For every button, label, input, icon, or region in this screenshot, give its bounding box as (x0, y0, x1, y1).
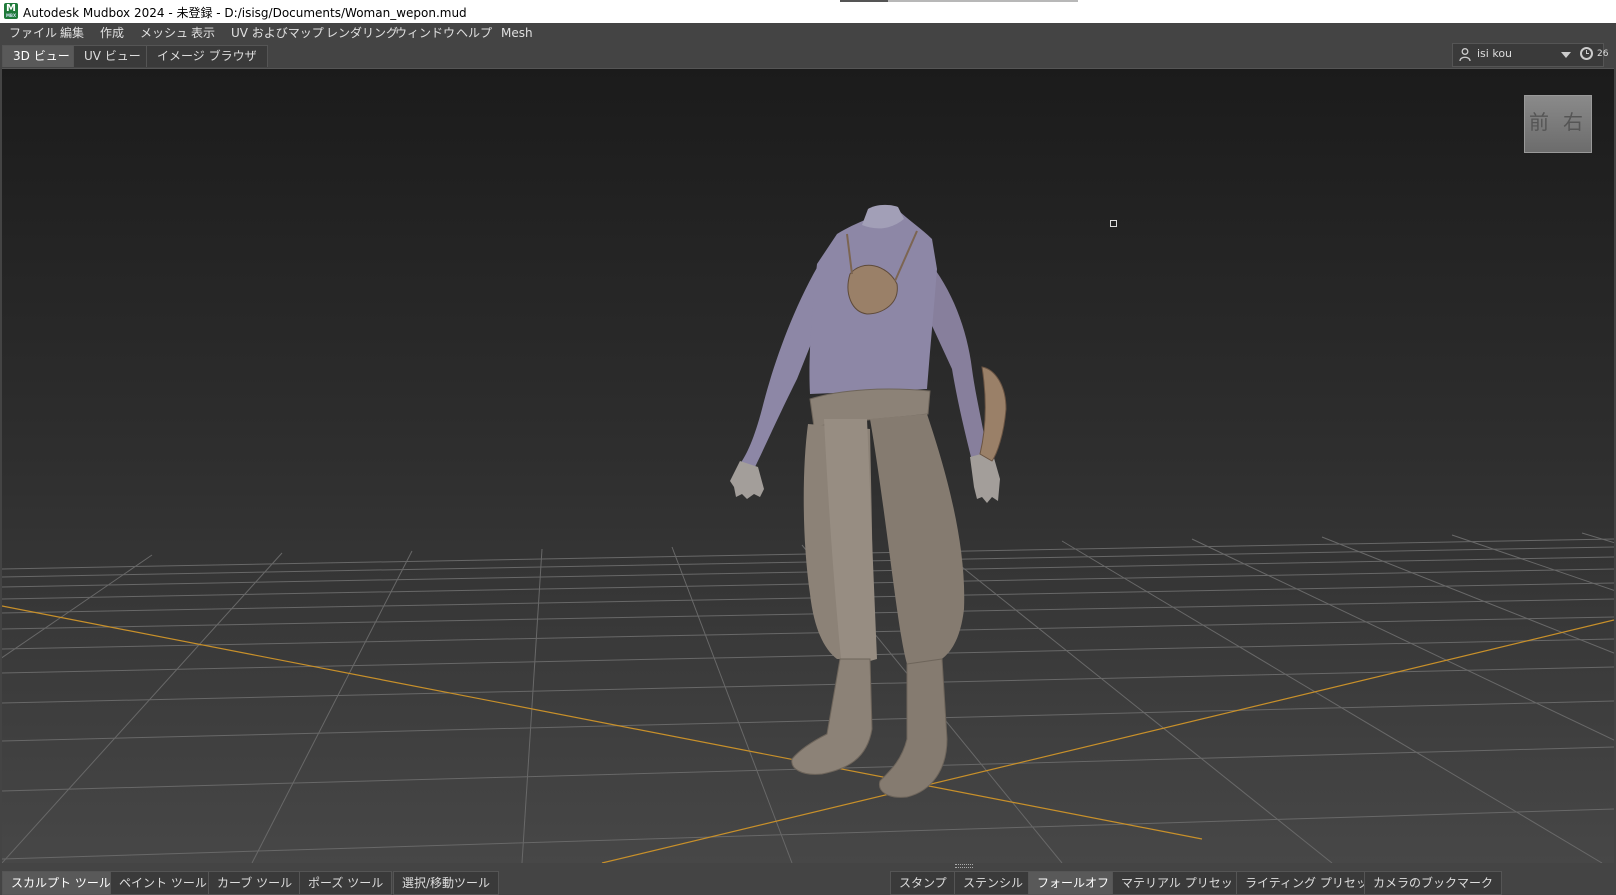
tab-paint-tools[interactable]: ペイント ツール (110, 871, 216, 895)
viewcube-icon[interactable]: 前 右 (1524, 95, 1592, 153)
tab-sculpt-tools[interactable]: スカルプト ツール (2, 871, 120, 895)
menu-bar: ファイル 編集 作成 メッシュ 表示 UV およびマップ レンダリング ウィンド… (0, 23, 1616, 44)
character-model (730, 204, 1007, 798)
window-title-bar: M MBX Autodesk Mudbox 2024 - 未登録 - D:/is… (0, 0, 1616, 24)
menu-edit[interactable]: 編集 (54, 25, 90, 42)
tab-material-presets[interactable]: マテリアル プリセット (1112, 871, 1254, 895)
viewcube-front-face[interactable]: 前 (1529, 106, 1549, 135)
window-title: Autodesk Mudbox 2024 - 未登録 - D:/isisg/Do… (23, 6, 467, 20)
menu-create[interactable]: 作成 (94, 25, 130, 42)
tab-stamps[interactable]: スタンプ (890, 871, 956, 895)
cursor-marker (1110, 220, 1117, 227)
clock-icon[interactable] (1580, 47, 1593, 60)
menu-uv-maps[interactable]: UV およびマップ (225, 25, 330, 42)
tab-stencils[interactable]: ステンシル (954, 871, 1033, 895)
menu-help[interactable]: ヘルプ (450, 25, 498, 42)
tab-3d-view[interactable]: 3D ビュー (2, 45, 81, 67)
tab-image-browser[interactable]: イメージ ブラウザ (146, 45, 268, 67)
tab-uv-view[interactable]: UV ビュー (73, 45, 152, 67)
tab-curve-tools[interactable]: カーブ ツール (208, 871, 302, 895)
tab-camera-bookmarks[interactable]: カメラのブックマーク (1364, 871, 1503, 895)
menu-mesh-plugin[interactable]: Mesh (495, 25, 539, 42)
viewport-scene (2, 204, 1614, 863)
title-bar-indicator (888, 0, 1078, 2)
tab-pose-tools[interactable]: ポーズ ツール (299, 871, 393, 895)
dropdown-caret-icon[interactable] (1561, 52, 1571, 58)
view-tab-bar: 3D ビュー UV ビュー イメージ ブラウザ (0, 44, 1616, 68)
menu-display[interactable]: 表示 (185, 25, 221, 42)
tab-select-move-tools[interactable]: 選択/移動ツール (393, 871, 500, 895)
user-name: isi kou (1477, 47, 1513, 60)
tab-falloff[interactable]: フォールオフ (1028, 871, 1119, 895)
3d-viewport[interactable]: 前 右 (2, 68, 1614, 863)
viewcube-right-face[interactable]: 右 (1563, 106, 1583, 135)
app-logo-icon: M MBX (4, 3, 18, 19)
user-icon (1459, 48, 1471, 61)
user-account-dropdown[interactable]: isi kou 26 (1452, 43, 1608, 67)
title-bar-indicator (840, 0, 888, 2)
clock-value: 26 (1597, 49, 1609, 59)
bottom-tool-bar: スカルプト ツール ペイント ツール カーブ ツール ポーズ ツール 選択/移動… (0, 868, 1616, 895)
